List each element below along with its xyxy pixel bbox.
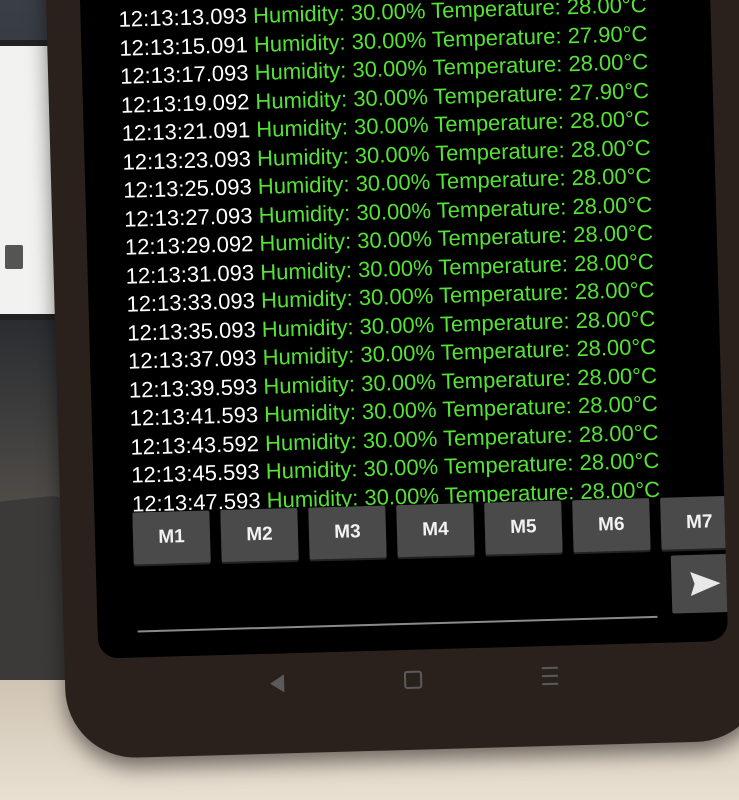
log-timestamp: 12:13:33.093 bbox=[126, 288, 256, 317]
log-timestamp: 12:13:17.093 bbox=[119, 60, 249, 89]
log-timestamp: 12:13:29.092 bbox=[124, 231, 254, 260]
log-timestamp: 12:13:41.593 bbox=[129, 402, 259, 431]
log-timestamp: 12:13:19.092 bbox=[120, 88, 250, 118]
macro-button-m5[interactable]: M5 bbox=[484, 500, 563, 555]
macro-button-m3[interactable]: M3 bbox=[308, 505, 387, 560]
macro-button-m6[interactable]: M6 bbox=[572, 498, 651, 553]
macro-button-m2[interactable]: M2 bbox=[220, 507, 299, 563]
log-timestamp: 12:13:31.093 bbox=[125, 259, 255, 289]
macro-button-m1[interactable]: M1 bbox=[132, 510, 211, 565]
menu-nav-icon[interactable] bbox=[541, 666, 559, 686]
send-icon bbox=[690, 571, 721, 596]
macro-button-m7[interactable]: M7 bbox=[660, 495, 729, 550]
macro-button-m4[interactable]: M4 bbox=[396, 503, 475, 558]
phone: 12:13:13.093 Humidity: 30.00% Temperatur… bbox=[45, 0, 739, 760]
message-input[interactable] bbox=[137, 615, 658, 633]
log-timestamp: 12:13:21.091 bbox=[121, 117, 251, 146]
back-nav-icon[interactable] bbox=[269, 674, 285, 693]
log-timestamp: 12:13:27.093 bbox=[123, 202, 253, 232]
serial-log: 12:13:13.093 Humidity: 30.00% Temperatur… bbox=[118, 0, 722, 519]
log-timestamp: 12:13:13.093 bbox=[118, 3, 248, 32]
log-timestamp: 12:13:15.091 bbox=[118, 31, 249, 61]
log-timestamp: 12:13:35.093 bbox=[126, 316, 257, 346]
log-timestamp: 12:13:23.093 bbox=[122, 145, 252, 175]
log-timestamp: 12:13:37.093 bbox=[127, 345, 257, 374]
phone-screen: 12:13:13.093 Humidity: 30.00% Temperatur… bbox=[79, 0, 729, 659]
log-timestamp: 12:13:43.592 bbox=[130, 430, 260, 460]
send-button[interactable] bbox=[670, 553, 729, 614]
log-timestamp: 12:13:45.593 bbox=[130, 458, 261, 488]
background-device-icon bbox=[5, 245, 23, 269]
home-nav-icon[interactable] bbox=[403, 670, 423, 690]
log-timestamp: 12:13:25.093 bbox=[122, 174, 253, 203]
log-timestamp: 12:13:39.593 bbox=[128, 373, 258, 403]
